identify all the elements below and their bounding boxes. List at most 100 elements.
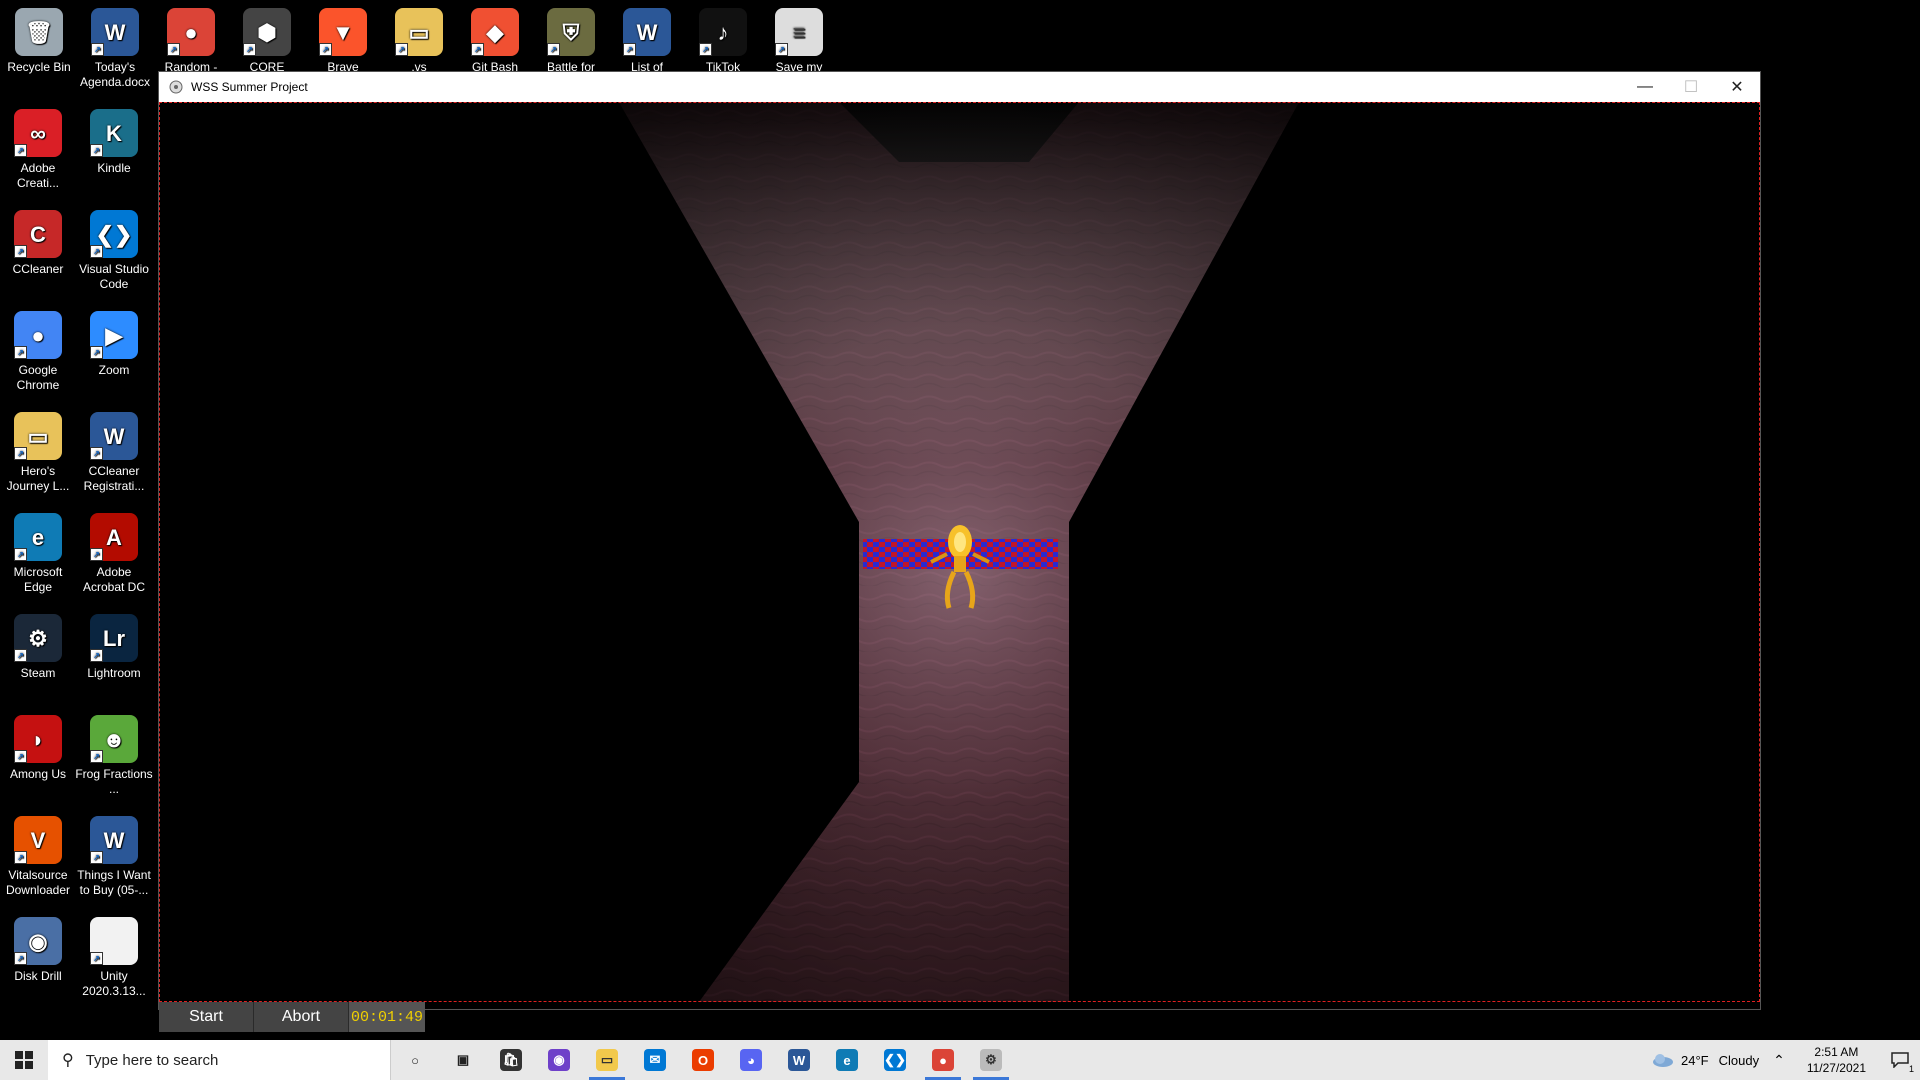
shortcut-arrow-icon: ↗ xyxy=(14,346,27,359)
desktop-icon-label: Zoom xyxy=(98,363,130,377)
shortcut-arrow-icon: ↗ xyxy=(90,245,103,258)
desktop-icon[interactable]: ↗ Unity 2020.3.13... xyxy=(75,917,153,999)
desktop-icon[interactable]: V ↗ Vitalsource Downloader xyxy=(0,816,77,898)
steam-icon: ⚙ ↗ xyxy=(14,614,62,662)
close-button[interactable]: ✕ xyxy=(1714,72,1760,102)
disk-drill-icon: ◉ ↗ xyxy=(14,917,62,965)
shortcut-arrow-icon: ↗ xyxy=(167,43,180,56)
battle-shield-icon: ⛨ ↗ xyxy=(547,8,595,56)
ccleaner-icon: C ↗ xyxy=(14,210,62,258)
taskbar-app-unity-game[interactable]: ⚙ xyxy=(967,1040,1015,1080)
search-icon: ⚲ xyxy=(62,1052,74,1069)
minimize-button[interactable]: — xyxy=(1622,72,1668,102)
title-bar[interactable]: WSS Summer Project — ☐ ✕ xyxy=(159,72,1760,102)
desktop-icon-label: Things I Want to Buy (05-... xyxy=(77,868,151,897)
desktop-icon-label: Among Us xyxy=(9,767,67,781)
core-icon: ⬢ ↗ xyxy=(243,8,291,56)
shortcut-arrow-icon: ↗ xyxy=(395,43,408,56)
desktop-icon[interactable]: e ↗ Microsoft Edge xyxy=(0,513,77,595)
taskbar-app-discord[interactable]: ◕ xyxy=(727,1040,775,1080)
cortana-icon: ○ xyxy=(411,1052,419,1068)
taskbar-app-mail[interactable]: ✉ xyxy=(631,1040,679,1080)
desktop-icon[interactable]: ♪ ↗ TikTok xyxy=(684,8,762,75)
notification-center-button[interactable]: 1 xyxy=(1880,1040,1920,1080)
desktop-icon-label: Microsoft Edge xyxy=(13,565,63,594)
game-controls: Start Abort 00:01:49 xyxy=(159,1002,425,1032)
desktop-icon-label: Hero's Journey L... xyxy=(6,464,70,493)
shortcut-arrow-icon: ↗ xyxy=(14,144,27,157)
taskbar-app-office[interactable]: O xyxy=(679,1040,727,1080)
desktop-icon[interactable]: ❮❯ ↗ Visual Studio Code xyxy=(75,210,153,292)
desktop-icon[interactable]: W ↗ CCleaner Registrati... xyxy=(75,412,153,494)
clock[interactable]: 2:51 AM 11/27/2021 xyxy=(1807,1044,1866,1076)
vscode-icon: ❮❯ ↗ xyxy=(90,210,138,258)
chrome-shortcut-icon: ● ↗ xyxy=(167,8,215,56)
desktop-icon[interactable]: 🗑 Recycle Bin xyxy=(0,8,78,75)
show-hidden-icons-chevron-icon[interactable]: ⌃ xyxy=(1773,1052,1785,1069)
search-placeholder: Type here to search xyxy=(85,1051,219,1069)
app-window: WSS Summer Project — ☐ ✕ xyxy=(159,72,1760,1009)
desktop-icon-label: Recycle Bin xyxy=(7,60,71,74)
desktop-icon[interactable]: ⬢ ↗ CORE xyxy=(228,8,306,75)
desktop-icon[interactable]: ⛨ ↗ Battle for xyxy=(532,8,610,75)
text-file-icon: ≡ ↗ xyxy=(775,8,823,56)
desktop-icon[interactable]: ◉ ↗ Disk Drill xyxy=(0,917,77,984)
shortcut-arrow-icon: ↗ xyxy=(699,43,712,56)
taskbar-app-word[interactable]: W xyxy=(775,1040,823,1080)
taskbar-apps: ○ ▣ 🛍 ◉ ▭ ✉ O ◕ We ❮❯ ● ⚙ xyxy=(391,1040,1015,1080)
cloud-icon xyxy=(1653,1054,1674,1067)
start-button[interactable]: Start xyxy=(159,1002,254,1032)
game-viewport[interactable] xyxy=(159,102,1760,1002)
desktop-icon[interactable]: ☻ ↗ Frog Fractions ... xyxy=(75,715,153,797)
desktop-icon[interactable]: ◆ ↗ Git Bash xyxy=(456,8,534,75)
taskbar-app-task-view[interactable]: ▣ xyxy=(439,1040,487,1080)
desktop-icon[interactable]: C ↗ CCleaner xyxy=(0,210,77,277)
windows-start-button[interactable] xyxy=(0,1040,48,1080)
abort-button[interactable]: Abort xyxy=(254,1002,349,1032)
taskbar-app-vscode[interactable]: ❮❯ xyxy=(871,1040,919,1080)
taskbar-app-edge[interactable]: e xyxy=(823,1040,871,1080)
taskbar-app-github-desktop[interactable]: ◉ xyxy=(535,1040,583,1080)
mail-icon: ✉ xyxy=(644,1049,666,1071)
taskbar-app-file-explorer[interactable]: ▭ xyxy=(583,1040,631,1080)
desktop-icon[interactable]: ● ↗ Google Chrome xyxy=(0,311,77,393)
shortcut-arrow-icon: ↗ xyxy=(14,649,27,662)
desktop-icon[interactable]: W ↗ Today's Agenda.docx xyxy=(76,8,154,90)
word-icon: W xyxy=(788,1049,810,1071)
chrome-icon: ● ↗ xyxy=(14,311,62,359)
lightroom-icon: Lr ↗ xyxy=(90,614,138,662)
github-desktop-icon: ◉ xyxy=(548,1049,570,1071)
desktop-icon[interactable]: ∞ ↗ Adobe Creati... xyxy=(0,109,77,191)
shortcut-arrow-icon: ↗ xyxy=(90,952,103,965)
unity-game-icon: ⚙ xyxy=(980,1049,1002,1071)
desktop-icon-label: Lightroom xyxy=(87,666,141,680)
desktop-icon[interactable]: ≡ ↗ Save my xyxy=(760,8,838,75)
taskbar-app-store[interactable]: 🛍 xyxy=(487,1040,535,1080)
shortcut-arrow-icon: ↗ xyxy=(14,750,27,763)
maximize-button[interactable]: ☐ xyxy=(1668,72,1714,102)
desktop-icon-label: CCleaner xyxy=(12,262,64,276)
desktop-icon[interactable]: W ↗ Things I Want to Buy (05-... xyxy=(75,816,153,898)
shortcut-arrow-icon: ↗ xyxy=(243,43,256,56)
desktop-icon[interactable]: ▭ ↗ .vs xyxy=(380,8,458,75)
desktop-icon[interactable]: ◗ ↗ Among Us xyxy=(0,715,77,782)
taskbar-search-box[interactable]: ⚲ Type here to search xyxy=(48,1040,391,1080)
desktop-icon[interactable]: W ↗ List of xyxy=(608,8,686,75)
desktop-icon[interactable]: Lr ↗ Lightroom xyxy=(75,614,153,681)
blank-file-icon: ↗ xyxy=(90,917,138,965)
desktop-icon[interactable]: ⚙ ↗ Steam xyxy=(0,614,77,681)
desktop-icon[interactable]: ▭ ↗ Hero's Journey L... xyxy=(0,412,77,494)
git-bash-icon: ◆ ↗ xyxy=(471,8,519,56)
desktop-icon[interactable]: ▼ ↗ Brave xyxy=(304,8,382,75)
acrobat-icon: A ↗ xyxy=(90,513,138,561)
desktop-icon[interactable]: ▶ ↗ Zoom xyxy=(75,311,153,378)
taskbar-app-chrome[interactable]: ● xyxy=(919,1040,967,1080)
folder-icon: ▭ ↗ xyxy=(395,8,443,56)
frog-icon: ☻ ↗ xyxy=(90,715,138,763)
desktop-icon[interactable]: A ↗ Adobe Acrobat DC xyxy=(75,513,153,595)
desktop-icon[interactable]: ● ↗ Random - xyxy=(152,8,230,75)
taskbar-app-cortana[interactable]: ○ xyxy=(391,1040,439,1080)
adobe-creative-cloud-icon: ∞ ↗ xyxy=(14,109,62,157)
desktop-icon[interactable]: K ↗ Kindle xyxy=(75,109,153,176)
weather-widget[interactable]: 24°F Cloudy xyxy=(1651,1052,1759,1068)
